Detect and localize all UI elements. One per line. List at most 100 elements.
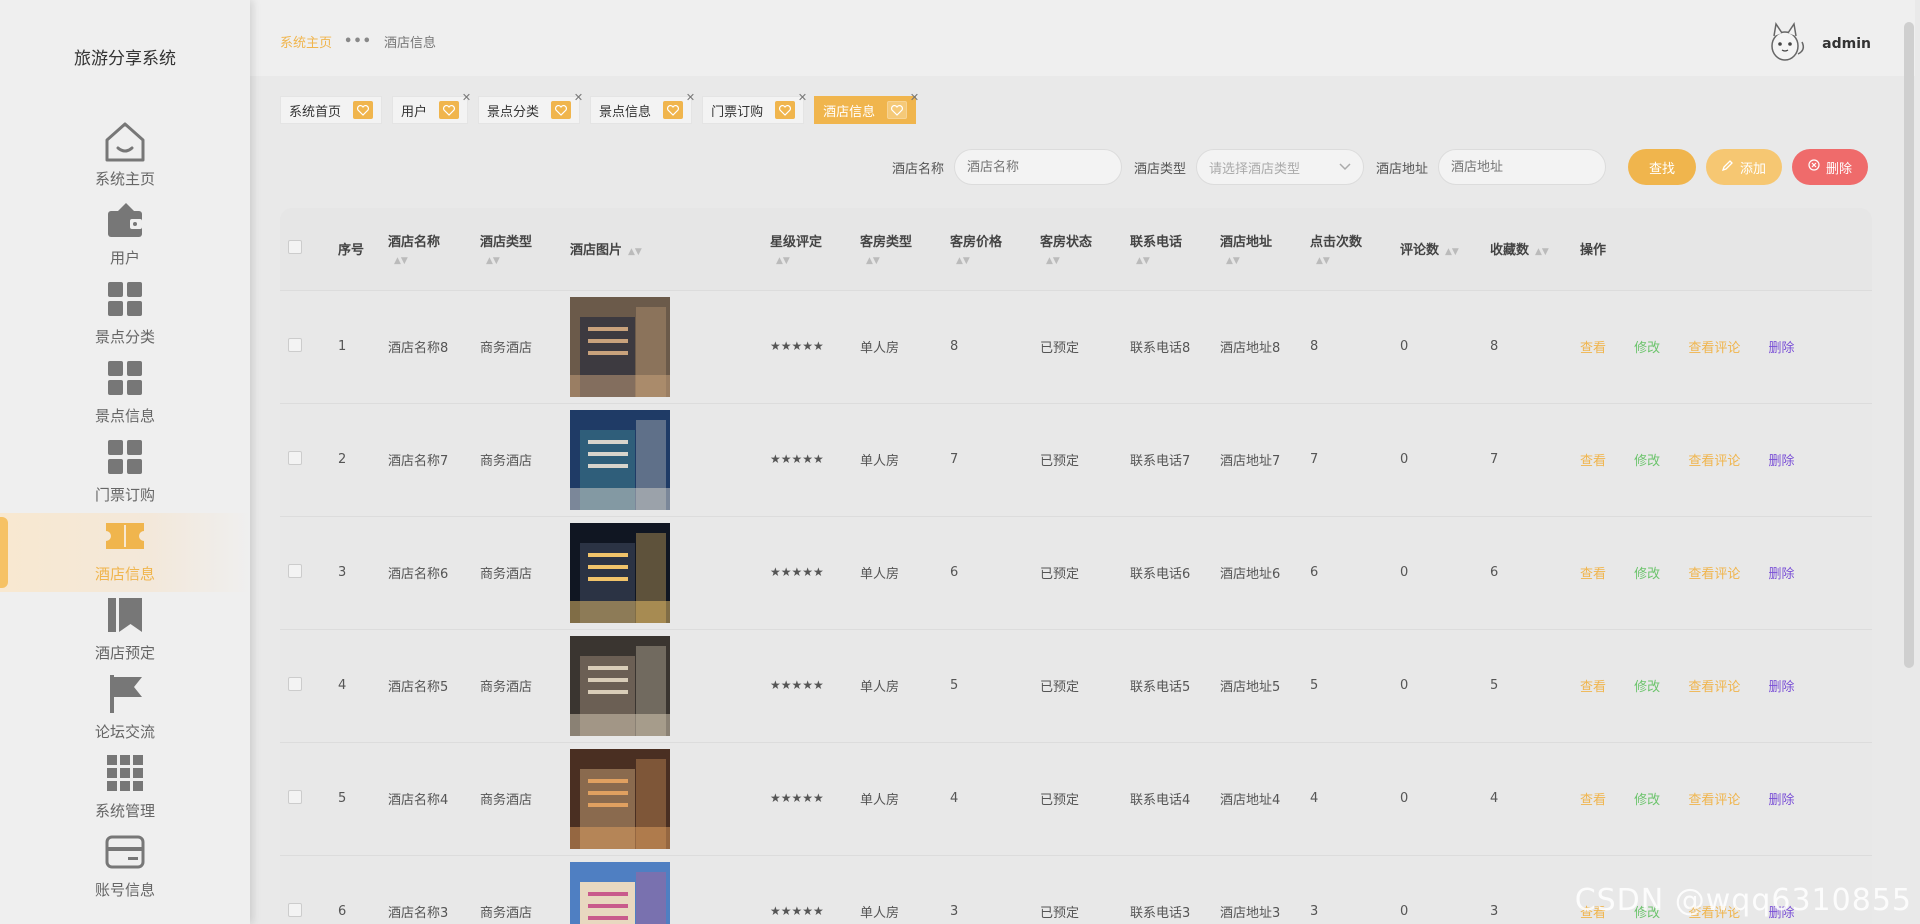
tab-users[interactable]: 用户 ✕ [392, 91, 471, 124]
view-link[interactable]: 查看 [1580, 793, 1606, 808]
table-row[interactable]: 4 酒店名称5 商务酒店 ★★★★★ 单人房 5 已预定 联系电话5 酒店地址5 5 0 5 查看 … [280, 629, 1872, 743]
star-rating: ★★★★★ [770, 904, 824, 918]
view-comments-link[interactable]: 查看评论 [1688, 341, 1740, 356]
sidebar-item-hotel-info[interactable]: 酒店信息 [0, 513, 250, 592]
delete-link[interactable]: 删除 [1768, 567, 1794, 582]
close-icon[interactable]: ✕ [462, 91, 471, 104]
sidebar-item-account[interactable]: 账号信息 [0, 829, 250, 908]
view-link[interactable]: 查看 [1580, 454, 1606, 469]
tab-hotel-info[interactable]: 酒店信息 ✕ [814, 91, 919, 124]
row-checkbox[interactable] [288, 450, 302, 465]
row-checkbox[interactable] [288, 676, 302, 691]
breadcrumb: 系统主页 ••• 酒店信息 [280, 32, 436, 51]
sidebar-item-label: 账号信息 [94, 881, 155, 899]
close-icon[interactable]: ✕ [686, 91, 695, 104]
cell-favorites: 5 [1482, 629, 1572, 743]
hotel-image[interactable] [570, 409, 670, 510]
table-row[interactable]: 1 酒店名称8 商务酒店 ★★★★★ 单人房 8 已预定 联系电话8 酒店地址8 8 0 8 查看 … [280, 290, 1872, 404]
hotel-image[interactable] [570, 635, 670, 736]
view-comments-link[interactable]: 查看评论 [1688, 793, 1740, 808]
cell-no: 5 [330, 742, 380, 856]
cell-room-price: 7 [942, 403, 1032, 517]
cell-favorites: 4 [1482, 742, 1572, 856]
tab-scenic-category[interactable]: 景点分类 ✕ [478, 91, 583, 124]
close-icon[interactable]: ✕ [798, 91, 807, 104]
view-link[interactable]: 查看 [1580, 567, 1606, 582]
cell-room-type: 单人房 [852, 855, 942, 924]
sidebar-item-tickets[interactable]: 门票订购 [0, 434, 250, 513]
column-header[interactable]: 客房类型 ▲▼ [852, 208, 942, 291]
hotel-image[interactable] [570, 522, 670, 623]
row-checkbox[interactable] [288, 337, 302, 352]
row-checkbox[interactable] [288, 902, 302, 917]
row-checkbox[interactable] [288, 563, 302, 578]
view-comments-link[interactable]: 查看评论 [1688, 680, 1740, 695]
sort-icon: ▲▼ [394, 256, 408, 267]
sidebar-item-scenic-category[interactable]: 景点分类 [0, 276, 250, 355]
delete-link[interactable]: 删除 [1768, 454, 1794, 469]
hotel-image[interactable] [570, 861, 670, 924]
column-header[interactable]: 酒店类型 ▲▼ [472, 208, 562, 291]
tab-scenic-info[interactable]: 景点信息 ✕ [590, 91, 695, 124]
sidebar-item-system[interactable]: 系统管理 [0, 750, 250, 829]
user-menu[interactable]: admin [1762, 20, 1871, 68]
sidebar-item-users[interactable]: 用户 [0, 197, 250, 276]
view-link[interactable]: 查看 [1580, 341, 1606, 356]
hotel-type-select[interactable]: 请选择酒店类型 [1196, 149, 1365, 185]
delete-link[interactable]: 删除 [1768, 793, 1794, 808]
row-checkbox[interactable] [288, 789, 302, 804]
column-header[interactable]: 星级评定 ▲▼ [762, 208, 852, 291]
edit-link[interactable]: 修改 [1634, 680, 1660, 695]
column-header[interactable]: 酒店地址 ▲▼ [1212, 208, 1302, 291]
hotel-image[interactable] [570, 748, 670, 849]
breadcrumb-home[interactable]: 系统主页 [280, 32, 332, 51]
avatar[interactable] [1762, 20, 1808, 68]
table-row[interactable]: 5 酒店名称4 商务酒店 ★★★★★ 单人房 4 已预定 联系电话4 酒店地址4 4 0 4 查看 … [280, 742, 1872, 856]
add-button[interactable]: 添加 [1706, 149, 1783, 185]
column-header[interactable]: 酒店图片 ▲▼ [562, 208, 762, 291]
username[interactable]: admin [1822, 36, 1871, 52]
hotel-image[interactable] [570, 296, 670, 397]
star-rating: ★★★★★ [770, 678, 824, 692]
sidebar-item-label: 系统主页 [94, 170, 155, 188]
column-header[interactable]: 客房状态 ▲▼ [1032, 208, 1122, 291]
column-header[interactable]: 点击次数 ▲▼ [1302, 208, 1392, 291]
hotel-name-input[interactable] [954, 149, 1123, 185]
column-header[interactable]: 客房价格 ▲▼ [942, 208, 1032, 291]
sort-icon: ▲▼ [1535, 247, 1549, 258]
sidebar-item-home[interactable]: 系统主页 [0, 118, 250, 197]
select-all-checkbox[interactable] [288, 239, 302, 254]
cell-room-price: 3 [942, 855, 1032, 924]
sidebar-item-scenic-info[interactable]: 景点信息 [0, 355, 250, 434]
column-header[interactable]: 联系电话 ▲▼ [1122, 208, 1212, 291]
tab-label: 景点信息 [599, 104, 652, 120]
delete-link[interactable]: 删除 [1768, 680, 1794, 695]
close-icon[interactable]: ✕ [910, 91, 919, 104]
view-comments-link[interactable]: 查看评论 [1688, 567, 1740, 582]
column-header[interactable]: 酒店名称 ▲▼ [380, 208, 472, 291]
edit-link[interactable]: 修改 [1634, 454, 1660, 469]
view-comments-link[interactable]: 查看评论 [1688, 454, 1740, 469]
table-row[interactable]: 2 酒店名称7 商务酒店 ★★★★★ 单人房 7 已预定 联系电话7 酒店地址7 7 0 7 查看 … [280, 403, 1872, 517]
row-checkbox-cell [280, 742, 330, 856]
view-link[interactable]: 查看 [1580, 680, 1606, 695]
delete-button[interactable]: 删除 [1792, 149, 1869, 185]
sidebar-item-forum[interactable]: 论坛交流 [0, 671, 250, 750]
hotel-address-input[interactable] [1438, 149, 1607, 185]
column-header[interactable]: 评论数 ▲▼ [1392, 208, 1482, 291]
edit-link[interactable]: 修改 [1634, 341, 1660, 356]
search-button[interactable]: 查找 [1628, 149, 1697, 185]
column-header[interactable]: 收藏数 ▲▼ [1482, 208, 1572, 291]
edit-link[interactable]: 修改 [1634, 567, 1660, 582]
sidebar-item-hotel-booking[interactable]: 酒店预定 [0, 592, 250, 671]
tab-label: 景点分类 [487, 104, 540, 120]
tab-home[interactable]: 系统首页 [280, 96, 383, 124]
tab-tickets[interactable]: 门票订购 ✕ [702, 91, 807, 124]
table-row[interactable]: 3 酒店名称6 商务酒店 ★★★★★ 单人房 6 已预定 联系电话6 酒店地址6 6 0 6 查看 … [280, 516, 1872, 630]
edit-link[interactable]: 修改 [1634, 793, 1660, 808]
ticket-icon [102, 513, 148, 559]
apps-icon [102, 750, 148, 796]
close-icon[interactable]: ✕ [574, 91, 583, 104]
delete-link[interactable]: 删除 [1768, 341, 1794, 356]
vertical-scrollbar[interactable] [1904, 22, 1914, 668]
